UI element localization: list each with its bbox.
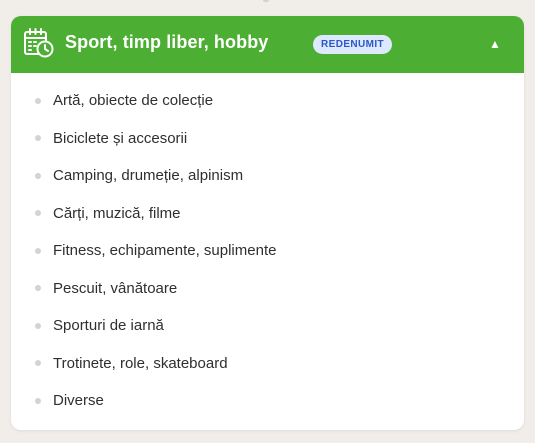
subcategory-label: Camping, drumeție, alpinism <box>53 167 244 185</box>
bullet-icon <box>35 247 41 254</box>
subcategory-item[interactable]: Pescuit, vânătoare <box>11 270 524 308</box>
bullet-icon <box>35 322 41 329</box>
subcategory-item[interactable]: Fitness, echipamente, suplimente <box>11 232 524 270</box>
subcategory-item[interactable]: Diverse <box>11 382 524 420</box>
subcategory-label: Pescuit, vânătoare <box>53 279 178 297</box>
subcategory-item[interactable]: Camping, drumeție, alpinism <box>11 157 524 195</box>
subcategory-item[interactable]: Cărți, muzică, filme <box>11 195 524 233</box>
bullet-icon <box>35 97 41 104</box>
bullet-icon <box>35 285 41 292</box>
subcategory-item[interactable]: Trotinete, role, skateboard <box>11 345 524 383</box>
bullet-icon <box>35 360 41 367</box>
subcategory-label: Fitness, echipamente, suplimente <box>53 242 277 260</box>
subcategory-label: Cărți, muzică, filme <box>53 204 181 222</box>
bullet-icon <box>35 135 41 142</box>
subcategory-label: Artă, obiecte de colecție <box>53 92 214 110</box>
subcategory-item[interactable]: Artă, obiecte de colecție <box>11 82 524 120</box>
subcategory-label: Biciclete și accesorii <box>53 129 188 147</box>
subcategory-list: Artă, obiecte de colecție Biciclete și a… <box>11 82 524 420</box>
category-header[interactable]: Sport, timp liber, hobby REDENUMIT ▲ <box>11 16 524 73</box>
renamed-badge: REDENUMIT <box>313 35 393 54</box>
calendar-clock-icon <box>23 27 55 59</box>
subcategory-label: Trotinete, role, skateboard <box>53 354 228 372</box>
subcategory-label: Diverse <box>53 392 104 410</box>
category-title: Sport, timp liber, hobby <box>65 32 269 52</box>
bullet-icon <box>35 397 41 404</box>
subcategory-item[interactable]: Sporturi de iarnă <box>11 307 524 345</box>
top-divider-dot <box>263 0 269 2</box>
subcategory-label: Sporturi de iarnă <box>53 317 164 335</box>
category-card: Sport, timp liber, hobby REDENUMIT ▲ Art… <box>11 16 524 430</box>
bullet-icon <box>35 172 41 179</box>
subcategory-item[interactable]: Biciclete și accesorii <box>11 120 524 158</box>
bullet-icon <box>35 210 41 217</box>
collapse-arrow-icon[interactable]: ▲ <box>487 34 503 54</box>
